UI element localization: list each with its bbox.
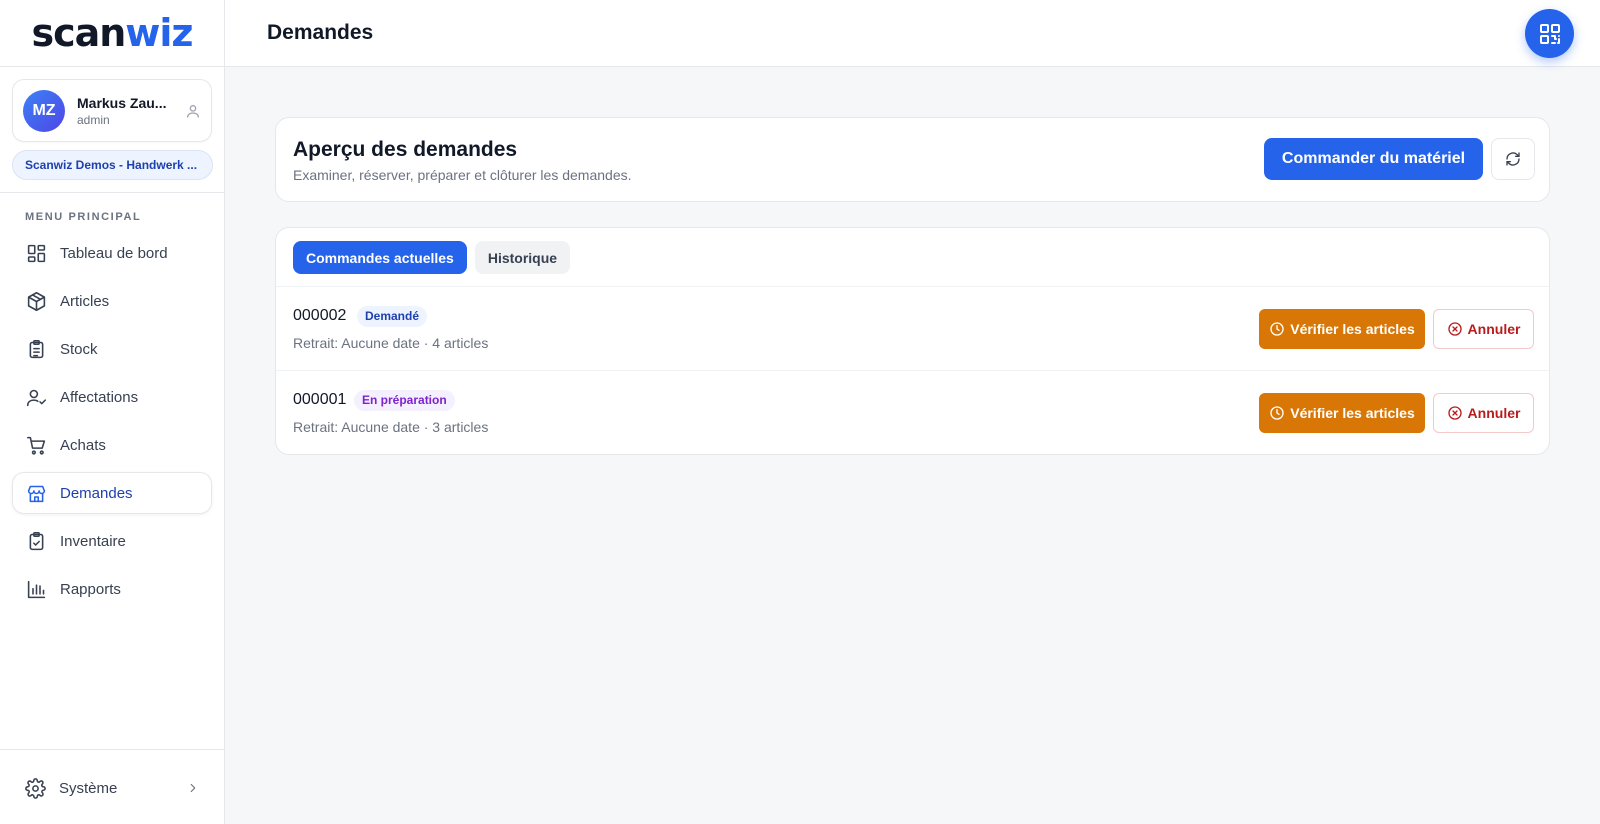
- logo-text-part1: scan: [31, 11, 126, 55]
- sidebar-item-stock[interactable]: Stock: [12, 328, 212, 370]
- menu-heading: MENU PRINCIPAL: [25, 211, 142, 223]
- cancel-order-label: Annuler: [1467, 321, 1521, 337]
- order-material-button[interactable]: Commander du matériel: [1264, 138, 1483, 180]
- verify-articles-button[interactable]: Vérifier les articles: [1259, 309, 1425, 349]
- verify-articles-label: Vérifier les articles: [1290, 321, 1415, 337]
- user-name: Markus Zau...: [77, 94, 167, 111]
- x-circle-icon: [1447, 406, 1462, 420]
- cancel-order-button[interactable]: Annuler: [1433, 309, 1534, 349]
- qr-code-icon: [1539, 23, 1560, 44]
- clock-icon: [1270, 322, 1284, 336]
- cancel-order-button[interactable]: Annuler: [1433, 393, 1534, 433]
- clipboard-check-icon: [29, 531, 44, 550]
- sidebar-item-label: Articles: [60, 292, 110, 310]
- x-circle-icon: [1447, 322, 1462, 336]
- company-selector[interactable]: Scanwiz Demos - Handwerk ...: [12, 150, 213, 180]
- logo-area: scanwiz: [0, 0, 224, 67]
- avatar: MZ: [23, 89, 65, 132]
- status-badge: Demandé: [357, 306, 428, 327]
- sidebar-item-rapports[interactable]: Rapports: [12, 568, 212, 610]
- order-tabs: Commandes actuelles Historique: [293, 241, 578, 274]
- user-role: admin: [77, 112, 110, 127]
- sidebar-item-articles[interactable]: Articles: [12, 280, 212, 322]
- sidebar-item-label: Tableau de bord: [60, 244, 168, 262]
- user-card[interactable]: MZ Markus Zau... admin: [12, 79, 212, 142]
- sidebar-item-affectations[interactable]: Affectations: [12, 376, 212, 418]
- top-header: Demandes: [225, 0, 1600, 67]
- chevron-right-icon: [190, 783, 196, 793]
- box-icon: [27, 291, 46, 311]
- sidebar-divider: [0, 192, 224, 193]
- sidebar-item-label: Demandes: [60, 484, 133, 502]
- overview-subtitle: Examiner, réserver, préparer et clôturer…: [293, 167, 632, 183]
- sidebar-item-label: Affectations: [60, 388, 139, 406]
- order-meta: Retrait: Aucune date · 3 articles: [293, 419, 489, 435]
- page-title: Demandes: [267, 21, 374, 44]
- order-id[interactable]: 000002: [293, 307, 346, 325]
- refresh-button[interactable]: [1491, 138, 1535, 180]
- user-icon[interactable]: [185, 103, 201, 119]
- cancel-order-label: Annuler: [1467, 405, 1521, 421]
- sidebar-item-demandes[interactable]: Demandes: [12, 472, 212, 514]
- order-meta: Retrait: Aucune date · 4 articles: [293, 335, 489, 351]
- sidebar-item-system[interactable]: Système: [12, 767, 212, 809]
- cart-icon: [26, 436, 46, 455]
- orders-card: Commandes actuelles Historique 000002 De…: [275, 227, 1550, 455]
- qr-scan-button[interactable]: [1525, 9, 1574, 58]
- verify-articles-label: Vérifier les articles: [1290, 405, 1415, 421]
- main-menu: Tableau de bord Articles Stock Affectati…: [12, 232, 212, 616]
- app-logo[interactable]: scanwiz: [31, 11, 193, 55]
- user-info: Markus Zau... admin: [77, 95, 185, 127]
- status-badge: En préparation: [354, 390, 455, 411]
- bar-chart-icon: [27, 580, 46, 598]
- logo-text-part2: wiz: [125, 11, 193, 55]
- sidebar-item-label: Inventaire: [60, 532, 126, 550]
- sidebar-item-dashboard[interactable]: Tableau de bord: [12, 232, 212, 274]
- clipboard-list-icon: [29, 339, 44, 358]
- dashboard-icon: [27, 244, 46, 262]
- sidebar-item-label: Achats: [60, 436, 106, 454]
- verify-articles-button[interactable]: Vérifier les articles: [1259, 393, 1425, 433]
- clock-icon: [1270, 406, 1284, 420]
- store-icon: [27, 485, 46, 502]
- order-id[interactable]: 000001: [293, 391, 346, 409]
- sidebar-bottom-divider: [0, 749, 224, 750]
- overview-title: Aperçu des demandes: [293, 138, 518, 161]
- gear-icon: [25, 777, 46, 799]
- sidebar-item-label: Système: [59, 779, 118, 797]
- sidebar-item-label: Stock: [60, 340, 98, 358]
- refresh-icon: [1506, 152, 1520, 166]
- order-row: 000001 En préparation Retrait: Aucune da…: [276, 371, 1549, 454]
- order-row: 000002 Demandé Retrait: Aucune date · 4 …: [276, 287, 1549, 371]
- tab-history[interactable]: Historique: [474, 241, 571, 274]
- tab-current-orders[interactable]: Commandes actuelles: [293, 241, 467, 274]
- user-check-icon: [26, 389, 47, 406]
- sidebar-item-inventaire[interactable]: Inventaire: [12, 520, 212, 562]
- sidebar-item-achats[interactable]: Achats: [12, 424, 212, 466]
- sidebar-item-label: Rapports: [60, 580, 121, 598]
- overview-card: Aperçu des demandes Examiner, réserver, …: [275, 117, 1550, 202]
- sidebar: scanwiz MZ Markus Zau... admin Scanwiz D…: [0, 0, 225, 824]
